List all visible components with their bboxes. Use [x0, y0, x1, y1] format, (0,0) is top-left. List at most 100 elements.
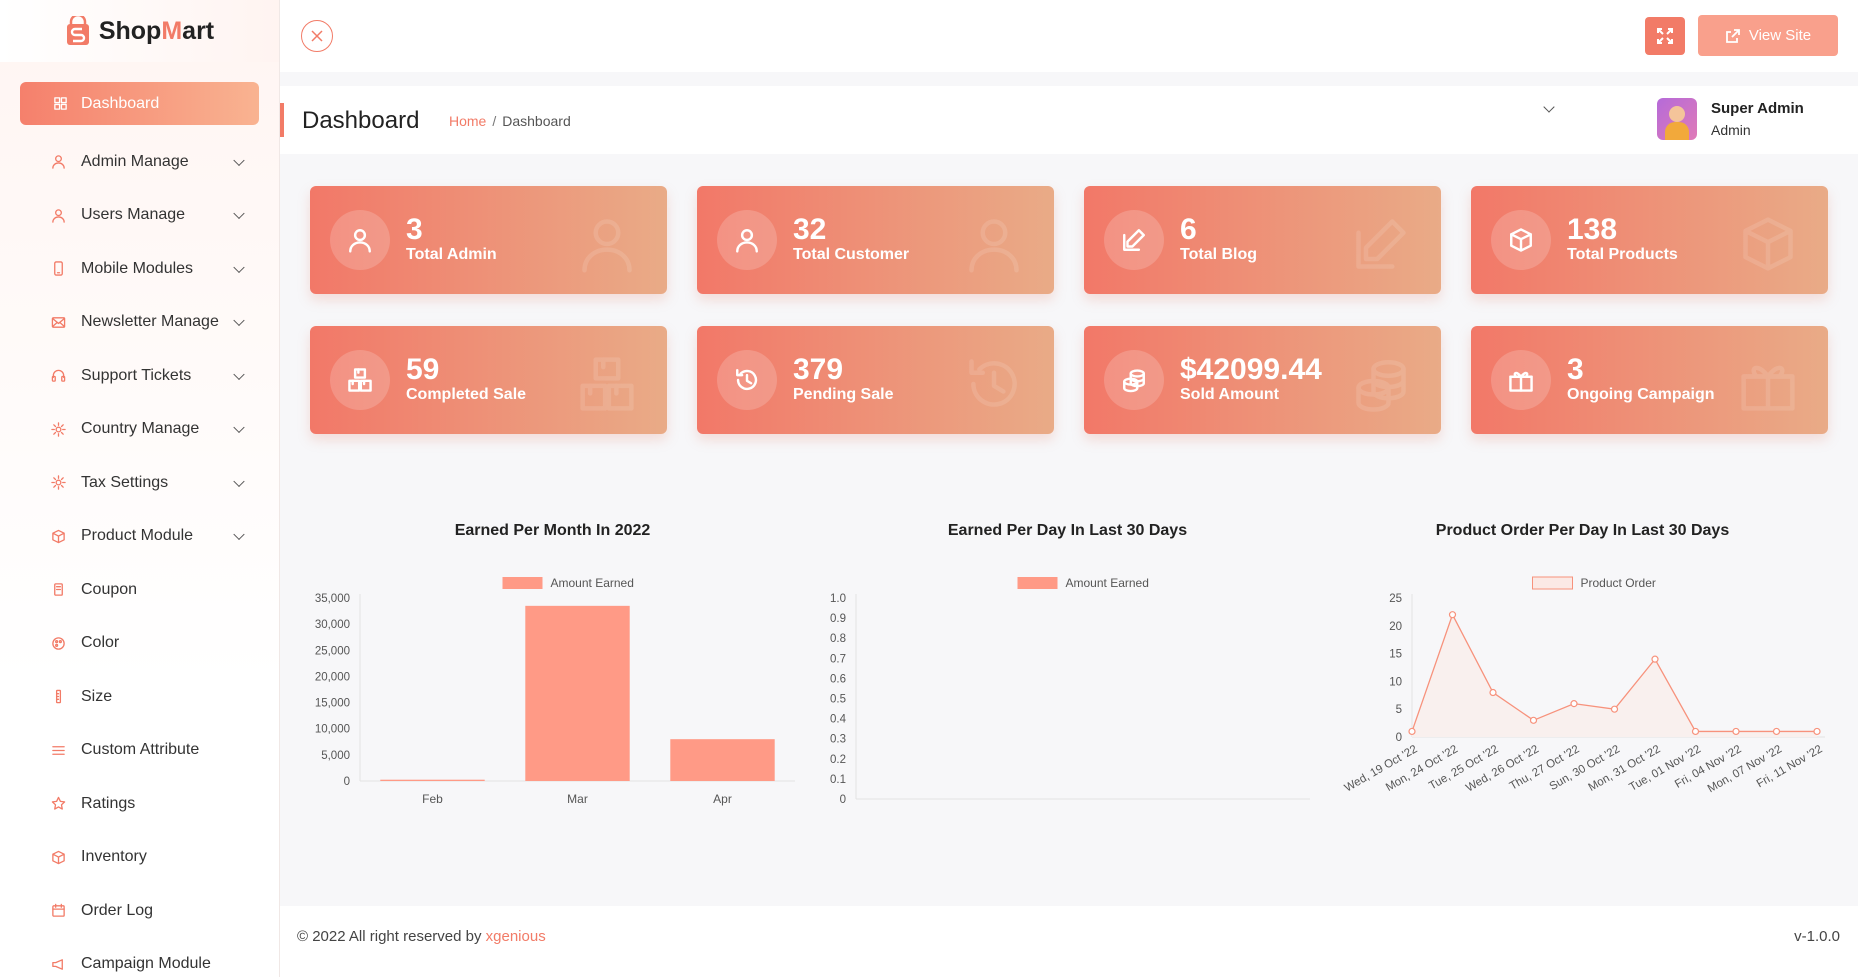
view-site-button[interactable]: View Site [1698, 15, 1838, 56]
data-point[interactable] [1448, 611, 1457, 619]
stat-value: 138 [1567, 213, 1618, 246]
x-tick-label: Apr [713, 792, 732, 806]
sidebar-item-label: Country Manage [81, 420, 200, 438]
fullscreen-button[interactable] [1645, 17, 1685, 55]
y-tick-label: 0.9 [830, 613, 846, 625]
shopping-bag-icon [66, 16, 89, 45]
sidebar-item-dashboard[interactable]: Dashboard [20, 82, 259, 125]
legend-label[interactable]: Amount Earned [551, 576, 634, 590]
data-point[interactable] [1651, 655, 1659, 663]
breadcrumb-separator: / [492, 113, 497, 129]
stat-watermark [1738, 354, 1798, 414]
stat-icon [1104, 210, 1164, 270]
list-icon [51, 745, 65, 755]
data-point[interactable] [1691, 727, 1700, 736]
data-point[interactable] [1813, 727, 1821, 736]
y-tick-label: 0.2 [830, 754, 846, 766]
user-icon [969, 219, 1019, 273]
stat-value: 59 [406, 353, 440, 386]
stat-card-completed-sale: 59 Completed Sale [310, 326, 667, 434]
stat-watermark [1351, 354, 1411, 414]
sidebar-item-color[interactable]: Color [0, 617, 279, 671]
y-tick-label: 30,000 [315, 619, 350, 631]
y-tick-label: 10,000 [315, 724, 350, 736]
y-tick-label: 25 [1389, 593, 1402, 605]
data-point[interactable] [1610, 705, 1619, 713]
sidebar-item-support-tickets[interactable]: Support Tickets [0, 349, 279, 403]
stat-card-total-admin: 3 Total Admin [310, 186, 667, 294]
legend-label[interactable]: Product Order [1581, 576, 1656, 590]
brand-logo[interactable]: ShopMart [0, 0, 279, 62]
chart-0: Amount Earned 35,000 30,000 25,000 20,000 15,… [315, 576, 795, 806]
sidebar-item-newsletter-manage[interactable]: Newsletter Manage [0, 296, 279, 350]
data-point[interactable] [1732, 727, 1740, 736]
sidebar-item-country-manage[interactable]: Country Manage [0, 403, 279, 457]
bar-mar[interactable] [525, 605, 630, 781]
box-icon [51, 529, 65, 543]
history-icon [969, 359, 1017, 407]
user-menu[interactable]: Super Admin Admin [1657, 98, 1804, 140]
data-point[interactable] [1529, 716, 1538, 724]
brand-name: ShopMart [98, 16, 215, 45]
stat-watermark [577, 214, 637, 274]
sidebar-item-size[interactable]: Size [0, 670, 279, 724]
y-tick-label: 5 [1396, 704, 1402, 716]
sidebar-item-users-manage[interactable]: Users Manage [0, 189, 279, 243]
y-tick-label: 0.7 [830, 653, 846, 665]
y-tick-label: 20,000 [315, 671, 350, 683]
data-point[interactable] [1408, 727, 1416, 736]
x-tick-label: Feb [422, 792, 443, 806]
y-tick-label: 5,000 [321, 750, 350, 762]
sidebar-item-custom-attribute[interactable]: Custom Attribute [0, 724, 279, 778]
chevron-down-icon [233, 154, 245, 166]
chevron-down-icon [233, 475, 245, 487]
coupon-icon [53, 583, 63, 597]
gift-icon [1741, 365, 1795, 411]
user-icon [51, 155, 65, 169]
stat-icon [1491, 210, 1551, 270]
footer-brand-link[interactable]: xgenious [486, 928, 546, 945]
bar-feb[interactable] [380, 779, 485, 781]
boxes-icon [580, 357, 634, 411]
data-point[interactable] [1570, 700, 1578, 708]
legend-label[interactable]: Amount Earned [1066, 576, 1149, 590]
sidebar-item-mobile-modules[interactable]: Mobile Modules [0, 242, 279, 296]
y-tick-label: 0 [344, 776, 350, 788]
sidebar-item-ratings[interactable]: Ratings [0, 777, 279, 831]
coins-icon [1356, 360, 1406, 412]
sidebar-item-admin-manage[interactable]: Admin Manage [0, 135, 279, 189]
sidebar-item-tax-settings[interactable]: Tax Settings [0, 456, 279, 510]
sidebar-item-label: Support Tickets [81, 366, 192, 384]
page-header: Dashboard Home / Dashboard Super Admin Adm… [280, 86, 1858, 154]
legend-swatch[interactable] [1017, 577, 1058, 589]
stat-watermark [1738, 214, 1798, 274]
close-sidebar-button[interactable] [301, 20, 333, 52]
data-point[interactable] [1772, 727, 1781, 736]
chevron-down-icon [233, 368, 245, 380]
y-tick-label: 15 [1389, 649, 1402, 661]
breadcrumb-home-link[interactable]: Home [449, 113, 486, 129]
data-point[interactable] [1489, 688, 1497, 697]
gift-icon [1509, 371, 1533, 392]
sidebar-item-label: Users Manage [81, 206, 186, 224]
legend-swatch[interactable] [1532, 576, 1573, 590]
bar-apr[interactable] [670, 739, 775, 781]
sidebar-item-order-log[interactable]: Order Log [0, 884, 279, 938]
close-icon [311, 30, 323, 42]
stat-value: 379 [793, 353, 844, 386]
user-icon [582, 219, 632, 273]
stat-value: 6 [1180, 213, 1197, 246]
mail-icon [51, 316, 65, 328]
sidebar-item-coupon[interactable]: Coupon [0, 563, 279, 617]
sidebar-item-inventory[interactable]: Inventory [0, 831, 279, 885]
sidebar-item-label: Admin Manage [81, 152, 189, 170]
sidebar-item-label: Custom Attribute [81, 741, 200, 759]
sidebar-item-label: Ratings [81, 794, 136, 812]
sidebar-item-product-module[interactable]: Product Module [0, 510, 279, 564]
stat-icon [1491, 350, 1551, 410]
sidebar-item-campaign-module[interactable]: Campaign Module [0, 938, 279, 977]
stat-watermark [577, 354, 637, 414]
stat-label: Sold Amount [1180, 386, 1279, 403]
stat-card-ongoing-campaign: 3 Ongoing Campaign [1471, 326, 1828, 434]
legend-swatch[interactable] [502, 577, 543, 589]
